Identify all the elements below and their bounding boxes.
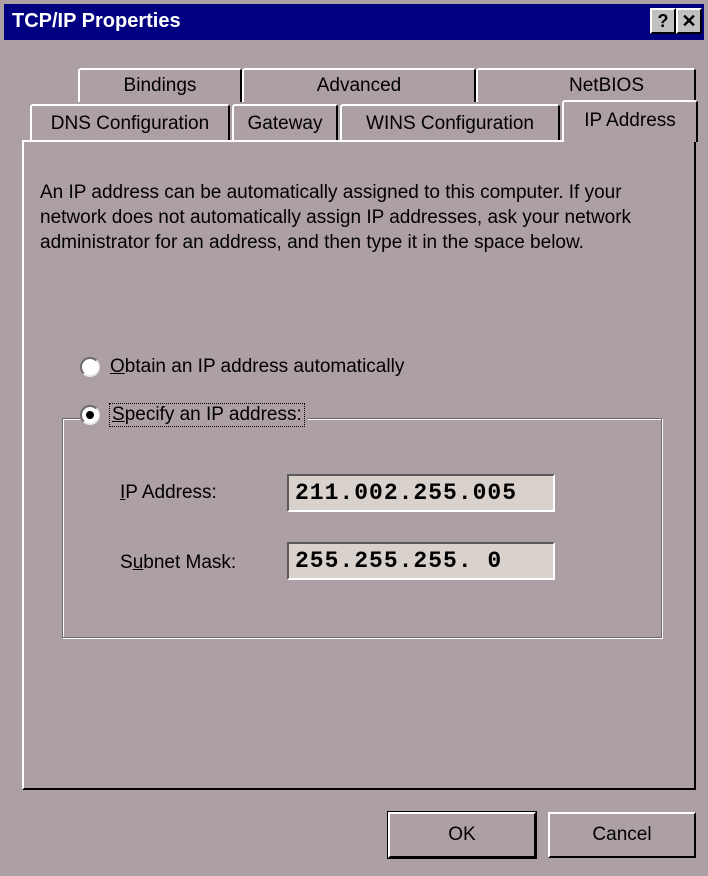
tab-gateway[interactable]: Gateway [232, 104, 338, 142]
help-button[interactable]: ? [650, 8, 676, 34]
subnet-mask-label: Subnet Mask: [120, 552, 237, 573]
ok-button[interactable]: OK [387, 811, 537, 859]
ip-address-field[interactable]: 211.002.255.005 [287, 474, 555, 512]
obtain-ip-radio[interactable] [80, 357, 100, 377]
specify-ip-label: Specify an IP address: [109, 403, 305, 427]
close-button[interactable]: ✕ [676, 8, 702, 34]
tab-wins-configuration[interactable]: WINS Configuration [340, 104, 560, 142]
obtain-ip-label: Obtain an IP address automatically [110, 356, 405, 377]
tcpip-properties-dialog: TCP/IP Properties ? ✕ Bindings Advanced … [0, 0, 708, 876]
window-title: TCP/IP Properties [12, 10, 181, 32]
tab-netbios[interactable]: NetBIOS [476, 68, 696, 102]
specify-ip-groupbox [62, 418, 662, 638]
title-bar[interactable]: TCP/IP Properties ? ✕ [4, 4, 704, 40]
tab-advanced[interactable]: Advanced [242, 68, 476, 102]
cancel-button[interactable]: Cancel [548, 812, 696, 858]
specify-ip-radio[interactable] [80, 405, 100, 425]
tab-ip-address[interactable]: IP Address [562, 100, 698, 142]
tab-bindings[interactable]: Bindings [78, 68, 242, 102]
tab-dns-configuration[interactable]: DNS Configuration [30, 104, 230, 142]
ip-address-label: IP Address: [120, 482, 217, 503]
subnet-mask-field[interactable]: 255.255.255. 0 [287, 542, 555, 580]
specify-ip-option[interactable]: Specify an IP address: [80, 403, 308, 427]
obtain-ip-option[interactable]: Obtain an IP address automatically [80, 356, 404, 378]
description-text: An IP address can be automatically assig… [40, 182, 632, 253]
